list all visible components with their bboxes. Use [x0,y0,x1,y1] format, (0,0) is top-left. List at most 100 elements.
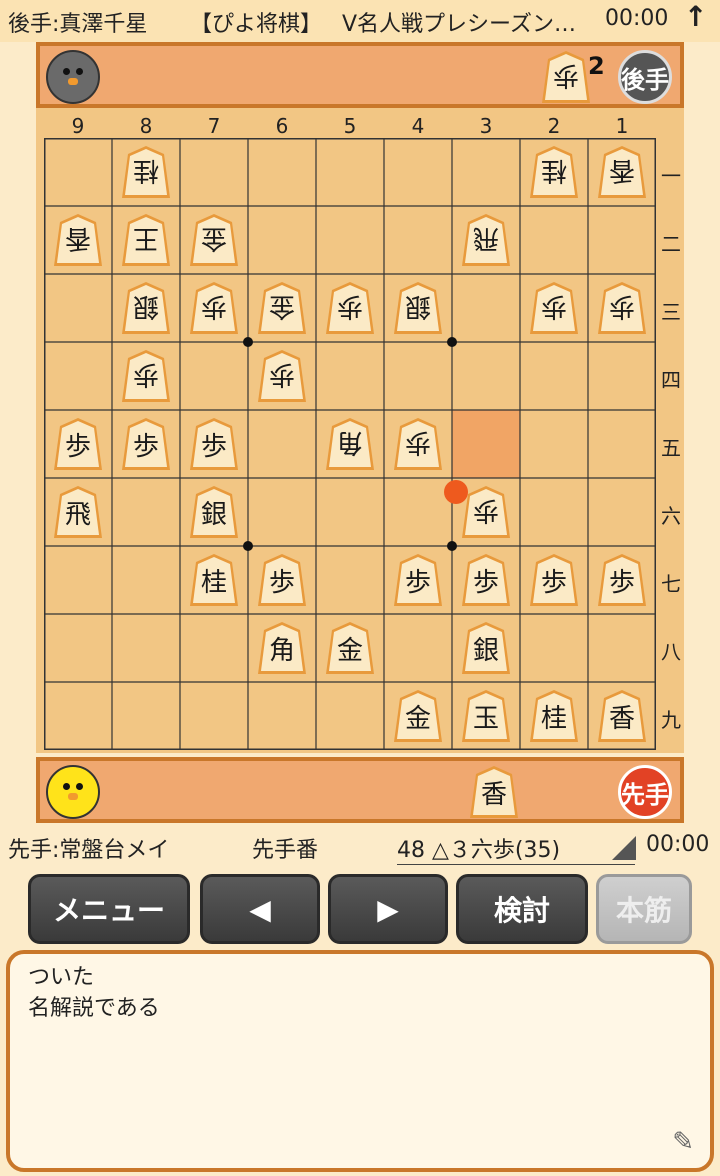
sente-piece[interactable]: 金 [392,688,444,744]
piece-label: 金 [336,635,363,666]
gote-piece[interactable]: 歩 [120,348,172,404]
sente-piece[interactable]: 歩 [52,416,104,472]
piece-label: 金 [268,290,295,321]
rank-label: 二 [661,232,681,256]
avatar-beak [68,793,78,800]
match-title: V名人戦プレシーズン… [342,12,576,37]
sente-piece[interactable]: 玉 [460,688,512,744]
next-move-button[interactable]: ▶ [328,874,448,944]
rank-label: 七 [661,572,681,596]
piece-label: 歩 [336,290,363,321]
rank-label: 五 [661,436,681,460]
rank-label: 八 [661,640,681,664]
sente-piece[interactable]: 歩 [528,552,580,608]
rank-label: 三 [661,300,681,324]
avatar-eye [63,783,70,790]
gote-badge: 後手 [618,50,672,104]
piece-label: 歩 [404,426,431,457]
gote-hand-piece[interactable]: 歩 [540,49,592,105]
gote-piece[interactable]: 歩 [256,348,308,404]
gote-piece-stand: 歩 2 後手 [36,42,684,108]
menu-button[interactable]: メニュー [28,874,190,944]
file-label: 8 [139,114,153,138]
piece-label: 歩 [200,290,227,321]
sente-piece[interactable]: 歩 [188,416,240,472]
piece-label: 玉 [472,703,499,734]
sente-piece[interactable]: 金 [324,620,376,676]
gote-hand-count: 2 [588,52,605,80]
header-bar: 後手:真澤千星 【ぴよ将棋】 V名人戦プレシーズン… 00:00 ↑ [0,0,720,42]
sente-badge: 先手 [618,765,672,819]
comment-box[interactable]: ついた 名解説である ✎ [6,950,714,1172]
rank-label: 九 [661,708,681,732]
sente-piece[interactable]: 銀 [188,484,240,540]
gote-piece[interactable]: 歩 [324,280,376,336]
sente-piece[interactable]: 歩 [256,552,308,608]
rank-label: 一 [661,164,681,188]
analysis-button[interactable]: 検討 [456,874,588,944]
move-selector[interactable]: 48 △３六歩(35) [397,832,635,865]
gote-piece[interactable]: 歩 [596,280,648,336]
star-point [243,541,253,551]
file-label: 9 [71,114,85,138]
gote-piece[interactable]: 飛 [460,212,512,268]
gote-piece[interactable]: 香 [596,144,648,200]
sente-piece[interactable]: 角 [256,620,308,676]
rank-label: 四 [661,368,681,392]
gote-piece[interactable]: 銀 [120,280,172,336]
piece-label: 銀 [404,290,431,321]
sente-piece[interactable]: 歩 [460,552,512,608]
piece-label: 角 [336,426,363,457]
dropdown-corner-icon[interactable] [612,836,636,860]
piece-label: 香 [608,154,635,185]
piece-label: 香 [64,222,91,253]
sente-piece[interactable]: 飛 [52,484,104,540]
sente-piece[interactable]: 香 [596,688,648,744]
gote-piece[interactable]: 桂 [528,144,580,200]
piece-label: 歩 [64,431,91,462]
gote-piece[interactable]: 香 [52,212,104,268]
gote-piece[interactable]: 金 [256,280,308,336]
prev-move-button[interactable]: ◀ [200,874,320,944]
pencil-icon[interactable]: ✎ [672,1127,694,1158]
gote-player-name: 後手:真澤千星 [8,12,148,37]
piece-label: 歩 [200,431,227,462]
gote-piece[interactable]: 桂 [120,144,172,200]
file-label: 5 [343,114,357,138]
sente-piece[interactable]: 歩 [392,552,444,608]
gote-piece[interactable]: 銀 [392,280,444,336]
sente-piece[interactable]: 桂 [528,688,580,744]
gote-timer: 00:00 [605,6,669,31]
piece-label: 銀 [200,499,227,530]
gote-piece[interactable]: 金 [188,212,240,268]
piece-label: 歩 [472,494,499,525]
sente-piece[interactable]: 歩 [596,552,648,608]
rank-label: 六 [661,504,681,528]
gote-piece[interactable]: 歩 [392,416,444,472]
gote-piece[interactable]: 角 [324,416,376,472]
sente-hand-piece-label: 香 [480,779,507,810]
gote-hand-piece-label: 歩 [552,59,579,90]
star-point [447,541,457,551]
gote-piece[interactable]: 歩 [528,280,580,336]
gote-piece[interactable]: 歩 [188,280,240,336]
sente-piece[interactable]: 歩 [120,416,172,472]
piece-label: 金 [200,222,227,253]
piece-label: 銀 [472,635,499,666]
sente-hand-piece[interactable]: 香 [468,764,520,820]
piece-label: 桂 [540,703,567,734]
avatar-eye [76,783,83,790]
piece-label: 角 [268,635,295,666]
piece-label: 桂 [200,567,227,598]
piece-label: 歩 [608,290,635,321]
main-line-button[interactable]: 本筋 [596,874,692,944]
sente-piece[interactable]: 桂 [188,552,240,608]
piece-label: 歩 [540,567,567,598]
gote-piece[interactable]: 王 [120,212,172,268]
gote-avatar [46,50,100,104]
piece-label: 桂 [540,154,567,185]
piece-label: 歩 [268,358,295,389]
up-arrow-icon[interactable]: ↑ [684,0,707,33]
file-label: 7 [207,114,221,138]
sente-piece[interactable]: 銀 [460,620,512,676]
